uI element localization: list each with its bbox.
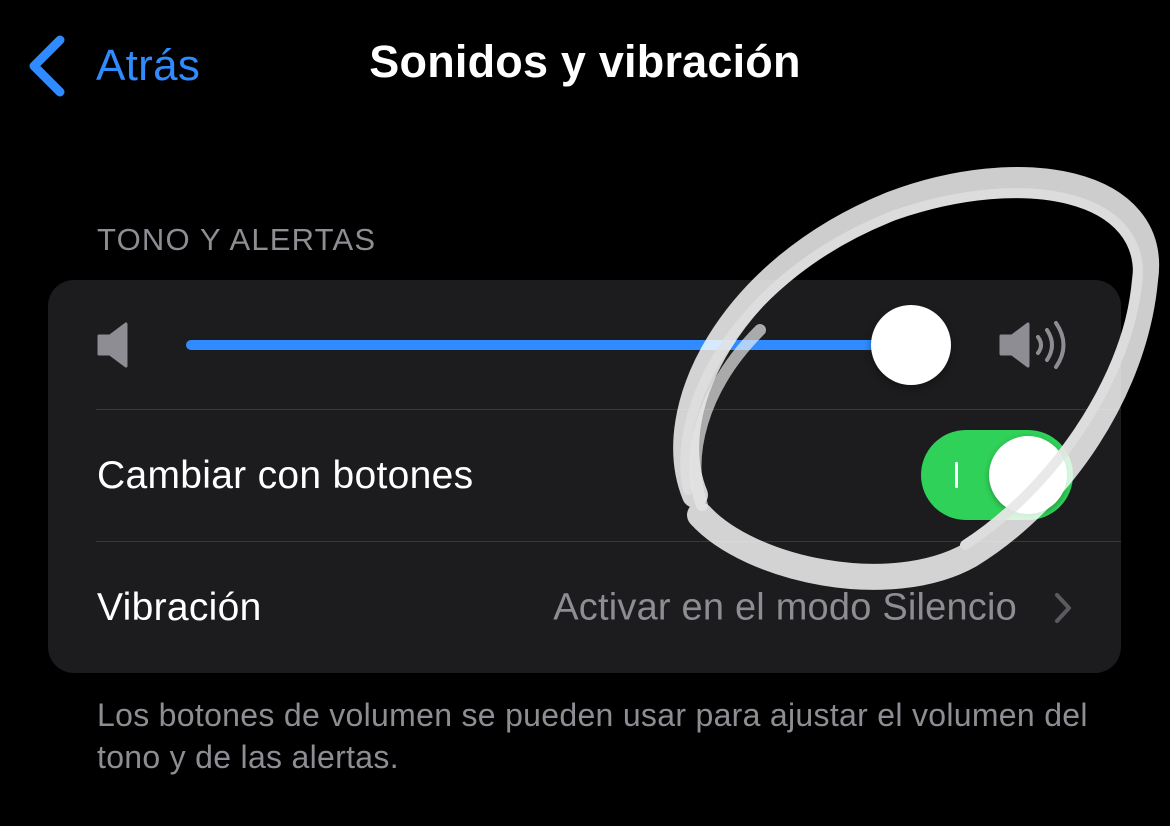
ringtone-alerts-card: Cambiar con botones Vibración Activar en…	[48, 280, 1121, 673]
section-header: TONO Y ALERTAS	[97, 222, 377, 257]
change-with-buttons-label: Cambiar con botones	[97, 454, 474, 497]
speaker-high-icon	[998, 318, 1078, 372]
footer-note: Los botones de volumen se pueden usar pa…	[97, 697, 1088, 775]
page-title: Sonidos y vibración	[369, 36, 801, 87]
speaker-low-icon	[96, 322, 136, 368]
vibration-label: Vibración	[97, 586, 262, 629]
toggle-knob	[989, 436, 1067, 514]
toggle-on-indicator	[955, 462, 958, 488]
volume-slider-thumb[interactable]	[871, 305, 952, 385]
change-with-buttons-toggle[interactable]	[921, 430, 1073, 520]
volume-slider-row	[48, 280, 1121, 410]
vibration-value: Activar en el modo Silencio	[553, 586, 1017, 629]
chevron-right-icon	[1053, 591, 1073, 625]
volume-slider-fill	[186, 340, 912, 350]
volume-slider[interactable]	[186, 305, 952, 385]
vibration-row[interactable]: Vibración Activar en el modo Silencio	[48, 542, 1121, 674]
